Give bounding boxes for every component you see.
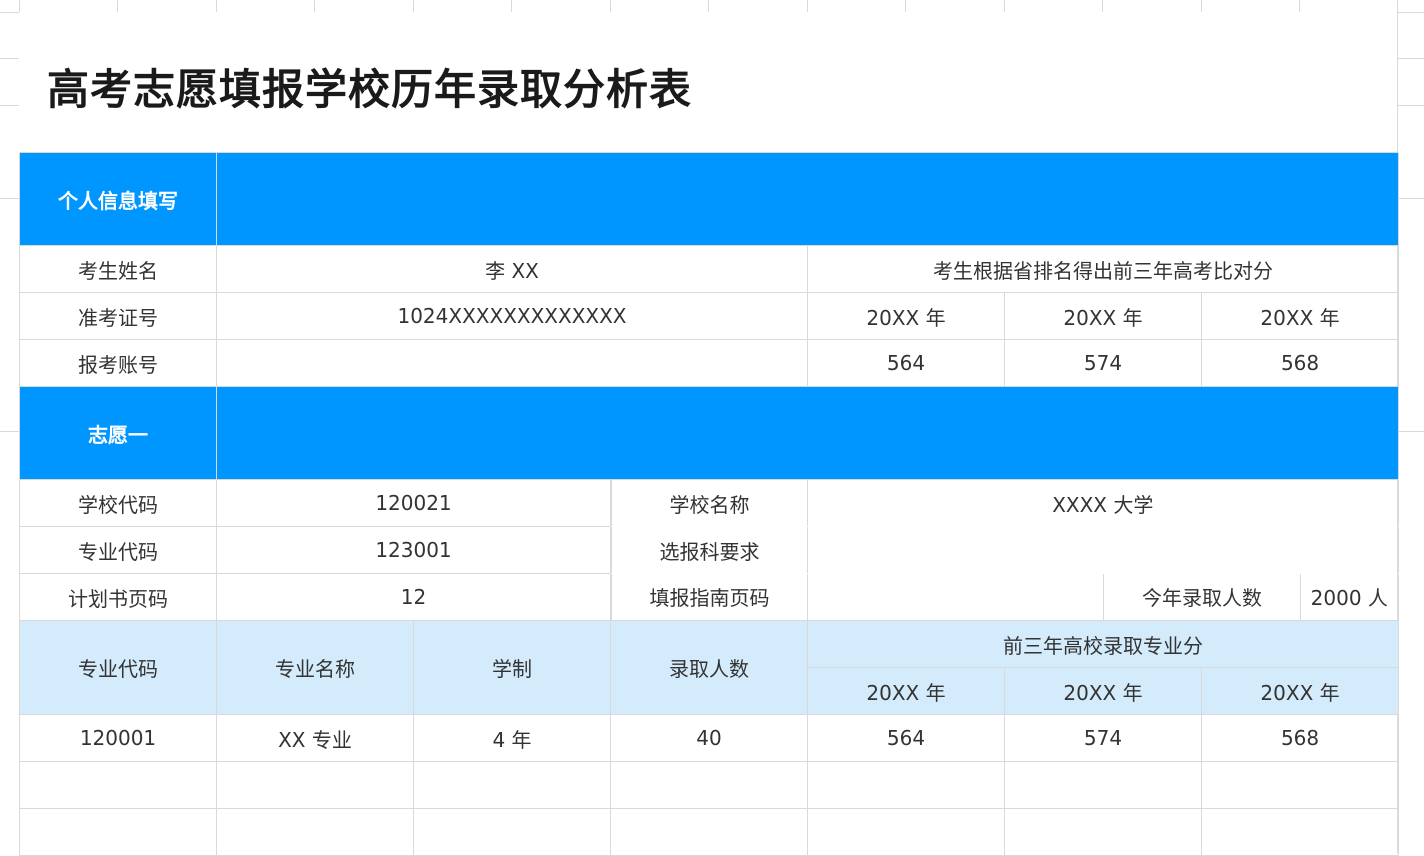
account-cell[interactable] [216,339,808,387]
ticket-label: 准考证号 [19,292,217,340]
empty-cell[interactable] [413,761,611,809]
compare-year-3[interactable]: 20XX 年 [1200,292,1400,340]
account-label: 报考账号 [19,339,217,387]
ticket-cell[interactable]: 1024XXXXXXXXXXXXX [216,292,808,340]
personal-section-label: 个人信息填写 [19,152,217,246]
history-score-1[interactable]: 564 [807,714,1005,762]
major-code-value[interactable]: 120001 [19,714,217,762]
guide-page-group: 填报指南页码 今年录取人数 2000 人 [611,573,1399,621]
major-code-label: 专业代码 [19,526,217,574]
empty-cell[interactable] [610,808,808,856]
history-score-2[interactable]: 574 [1004,714,1202,762]
col-header-year-1: 20XX 年 [807,667,1005,715]
personal-section-bar [215,152,1400,246]
col-header-history: 前三年高校录取专业分 [806,620,1400,668]
empty-cell[interactable] [1200,808,1400,856]
empty-cell[interactable] [807,761,1005,809]
empty-cell[interactable] [216,761,414,809]
name-row: 考生姓名 李 XX 考生根据省排名得出前三年高考比对分 [19,245,1400,293]
subject-req-label: 选报科要求 [611,527,808,573]
ticket-row: 准考证号 1024XXXXXXXXXXXXX 20XX 年 20XX 年 20X… [19,292,1400,340]
plan-page-label: 计划书页码 [19,573,217,621]
table-row [19,808,1400,856]
admission-analysis-table: 个人信息填写 考生姓名 李 XX 考生根据省排名得出前三年高考比对分 准考证号 … [19,152,1400,856]
empty-cell[interactable] [1200,761,1400,809]
school-name-cell[interactable]: XXXX 大学 [808,480,1399,527]
compare-score-3[interactable]: 568 [1200,339,1400,387]
major-code-cell[interactable]: 123001 [216,526,611,574]
major-header-row-1: 专业代码 专业名称 学制 录取人数 前三年高校录取专业分 [19,620,1400,715]
empty-cell[interactable] [1004,761,1202,809]
empty-cell[interactable] [807,808,1005,856]
compare-score-1[interactable]: 564 [807,339,1005,387]
name-cell[interactable]: 李 XX [216,245,808,293]
admitted-value[interactable]: 40 [610,714,808,762]
col-header-major-name: 专业名称 [216,620,414,715]
empty-cell[interactable] [1004,808,1202,856]
compare-score-label: 考生根据省排名得出前三年高考比对分 [806,245,1400,293]
table-row [19,761,1400,809]
page-row: 计划书页码 12 填报指南页码 今年录取人数 2000 人 [19,573,1399,621]
compare-score-2[interactable]: 574 [1004,339,1202,387]
school-code-label: 学校代码 [19,479,217,527]
col-header-admitted: 录取人数 [610,620,808,715]
compare-year-2[interactable]: 20XX 年 [1004,292,1202,340]
admit-count-cell[interactable]: 2000 人 [1301,573,1399,620]
col-header-major-code: 专业代码 [19,620,217,715]
major-code-row: 专业代码 123001 选报科要求 [19,526,1399,574]
choice1-section-row: 志愿一 [19,386,1400,480]
major-name-value[interactable]: XX 专业 [216,714,414,762]
guide-page-cell[interactable] [808,573,1104,620]
admit-count-label: 今年录取人数 [1104,573,1301,620]
account-row: 报考账号 564 574 568 [19,339,1400,387]
school-code-cell[interactable]: 120021 [216,479,611,527]
subject-req-group: 选报科要求 [611,527,1399,574]
empty-cell[interactable] [610,761,808,809]
col-header-year-3: 20XX 年 [1200,667,1400,715]
choice1-section-label: 志愿一 [19,386,217,480]
history-score-3[interactable]: 568 [1200,714,1400,762]
table-row: 120001 XX 专业 4 年 40 564 574 568 [19,714,1400,762]
page-title: 高考志愿填报学校历年录取分析表 [47,65,693,114]
choice1-section-bar [215,386,1400,480]
subject-req-cell[interactable] [808,527,1399,573]
col-header-duration: 学制 [413,620,611,715]
empty-cell[interactable] [216,808,414,856]
name-label: 考生姓名 [19,245,217,293]
school-name-label-cell: 学校名称 [611,480,808,527]
guide-page-label: 填报指南页码 [611,573,808,620]
empty-cell[interactable] [19,761,217,809]
compare-year-1[interactable]: 20XX 年 [807,292,1005,340]
plan-page-cell[interactable]: 12 [216,573,611,621]
personal-section-row: 个人信息填写 [19,152,1400,246]
col-header-year-2: 20XX 年 [1004,667,1202,715]
empty-cell[interactable] [413,808,611,856]
empty-cell[interactable] [19,808,217,856]
title-area: 高考志愿填报学校历年录取分析表 [19,12,1397,152]
school-name-group: 学校名称 XXXX 大学 [611,480,1399,527]
school-row: 学校代码 120021 学校名称 学校名称 XXXX 大学 [19,479,1399,527]
duration-value[interactable]: 4 年 [413,714,611,762]
